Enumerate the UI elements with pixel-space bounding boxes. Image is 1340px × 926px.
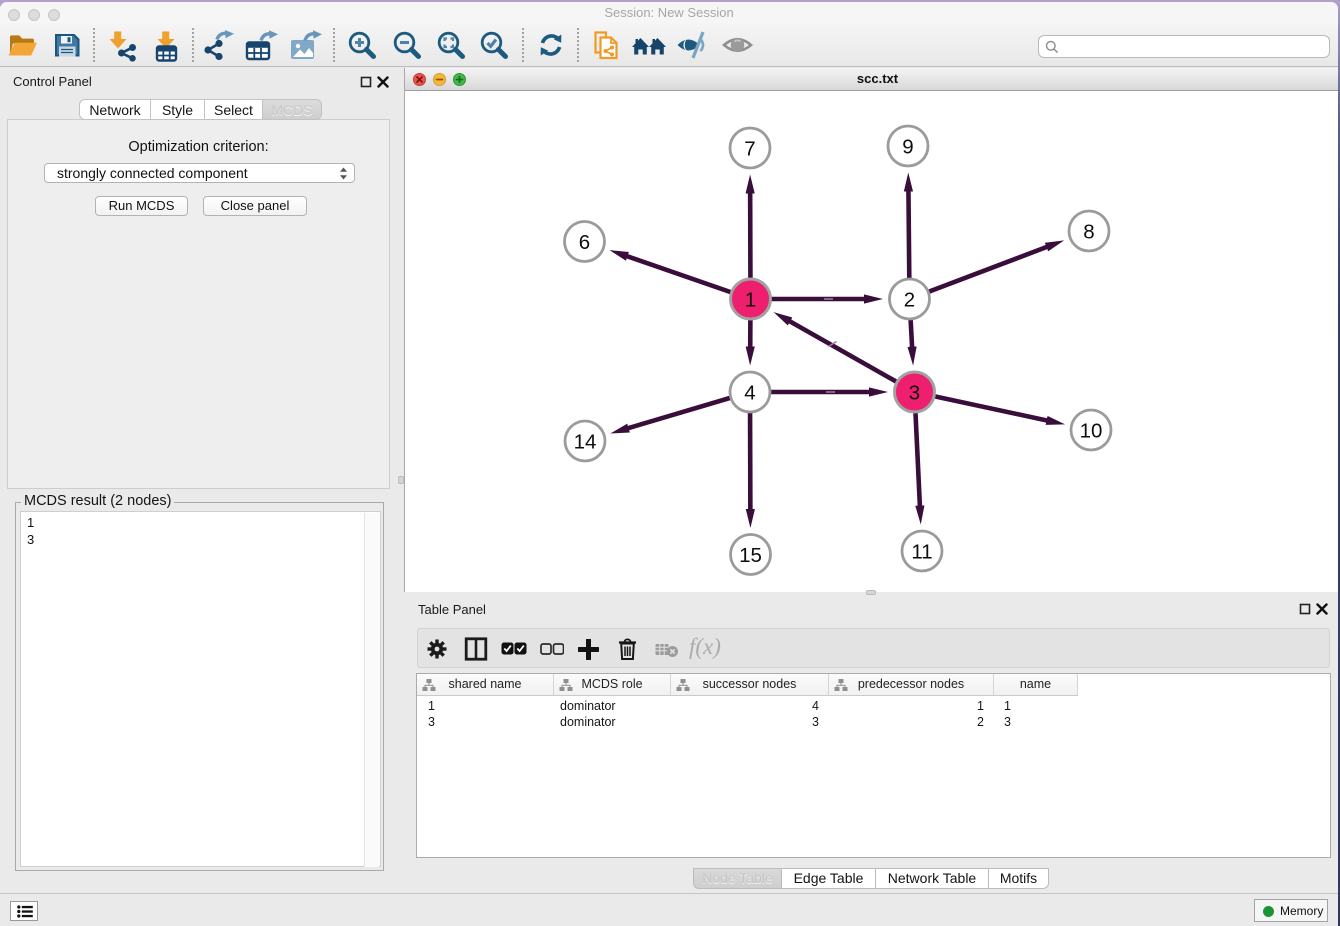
svg-text:8: 8 <box>1083 220 1094 243</box>
svg-text:6: 6 <box>579 231 590 254</box>
svg-text:2: 2 <box>904 288 915 311</box>
svg-text:3: 3 <box>909 381 920 404</box>
svg-text:14: 14 <box>574 430 597 453</box>
svg-text:10: 10 <box>1080 419 1103 442</box>
svg-text:9: 9 <box>902 135 913 158</box>
svg-text:1: 1 <box>745 288 756 311</box>
svg-text:11: 11 <box>911 540 932 563</box>
svg-text:7: 7 <box>744 137 755 160</box>
svg-text:4: 4 <box>744 381 755 404</box>
svg-text:15: 15 <box>739 544 762 567</box>
